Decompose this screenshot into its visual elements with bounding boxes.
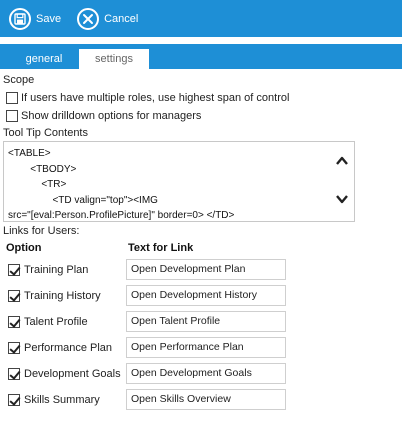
training-plan-link-text-input[interactable]: Open Development Plan <box>126 259 286 280</box>
talent-profile-label: Talent Profile <box>24 316 88 328</box>
training-history-label: Training History <box>24 290 101 302</box>
performance-plan-link-text-input[interactable]: Open Performance Plan <box>126 337 286 358</box>
cancel-button[interactable]: Cancel <box>77 7 139 30</box>
link-row-training-plan: Training Plan Open Development Plan <box>0 259 402 281</box>
toolbar: Save Cancel <box>0 0 402 37</box>
training-plan-label: Training Plan <box>24 264 89 276</box>
performance-plan-checkbox[interactable] <box>8 342 20 354</box>
close-icon <box>77 7 100 30</box>
chevron-down-icon[interactable] <box>334 191 350 207</box>
links-for-users-label: Links for Users: <box>3 225 80 237</box>
drilldown-checkbox[interactable] <box>6 110 18 122</box>
talent-profile-link-text-input[interactable]: Open Talent Profile <box>126 311 286 332</box>
drilldown-label: Show drilldown options for managers <box>21 110 202 122</box>
text-for-link-header: Text for Link <box>128 242 194 254</box>
training-plan-option[interactable]: Training Plan <box>8 264 88 276</box>
link-row-talent-profile: Talent Profile Open Talent Profile <box>0 311 402 333</box>
tab-bar: general settings <box>0 44 402 69</box>
tab-general[interactable]: general <box>8 49 80 69</box>
link-row-performance-plan: Performance Plan Open Performance Plan <box>0 337 402 359</box>
cancel-label: Cancel <box>104 12 139 25</box>
link-row-training-history: Training History Open Development Histor… <box>0 285 402 307</box>
skills-summary-option[interactable]: Skills Summary <box>8 394 100 406</box>
development-goals-link-text-input[interactable]: Open Development Goals <box>126 363 286 384</box>
tooltip-contents-textarea[interactable]: <TABLE> <TBODY> <TR> <TD valign="top"><I… <box>3 141 355 222</box>
save-button[interactable]: Save <box>9 7 62 30</box>
development-goals-checkbox[interactable] <box>8 368 20 380</box>
development-goals-option[interactable]: Development Goals <box>8 368 121 380</box>
tooltip-line: <TABLE> <box>8 148 51 159</box>
tab-settings[interactable]: settings <box>79 49 149 69</box>
link-row-skills-summary: Skills Summary Open Skills Overview <box>0 389 402 411</box>
training-history-option[interactable]: Training History <box>8 290 101 302</box>
multiple-roles-checkbox[interactable] <box>6 92 18 104</box>
performance-plan-label: Performance Plan <box>24 342 113 354</box>
performance-plan-option[interactable]: Performance Plan <box>8 342 112 354</box>
drilldown-option[interactable]: Show drilldown options for managers <box>6 110 201 122</box>
training-plan-checkbox[interactable] <box>8 264 20 276</box>
tooltip-line: <TD valign="top"><IMG <box>8 194 158 206</box>
development-goals-label: Development Goals <box>24 368 121 380</box>
tooltip-contents-label: Tool Tip Contents <box>3 127 88 139</box>
skills-summary-link-text-input[interactable]: Open Skills Overview <box>126 389 286 410</box>
chevron-up-icon[interactable] <box>334 153 350 169</box>
scope-label: Scope <box>3 74 35 86</box>
training-history-checkbox[interactable] <box>8 290 20 302</box>
link-row-development-goals: Development Goals Open Development Goals <box>0 363 402 385</box>
save-label: Save <box>36 12 62 25</box>
tooltip-line: <TR> <box>8 179 67 190</box>
save-icon <box>9 7 31 30</box>
talent-profile-checkbox[interactable] <box>8 316 20 328</box>
training-history-link-text-input[interactable]: Open Development History <box>126 285 286 306</box>
multiple-roles-label: If users have multiple roles, use highes… <box>21 92 290 104</box>
skills-summary-label: Skills Summary <box>24 394 100 406</box>
tooltip-line: src="[eval:Person.ProfilePicture]" borde… <box>8 210 235 221</box>
tooltip-line: <TBODY> <box>8 163 77 175</box>
option-header: Option <box>6 242 42 254</box>
multiple-roles-option[interactable]: If users have multiple roles, use highes… <box>6 92 289 104</box>
talent-profile-option[interactable]: Talent Profile <box>8 316 88 328</box>
skills-summary-checkbox[interactable] <box>8 394 20 406</box>
